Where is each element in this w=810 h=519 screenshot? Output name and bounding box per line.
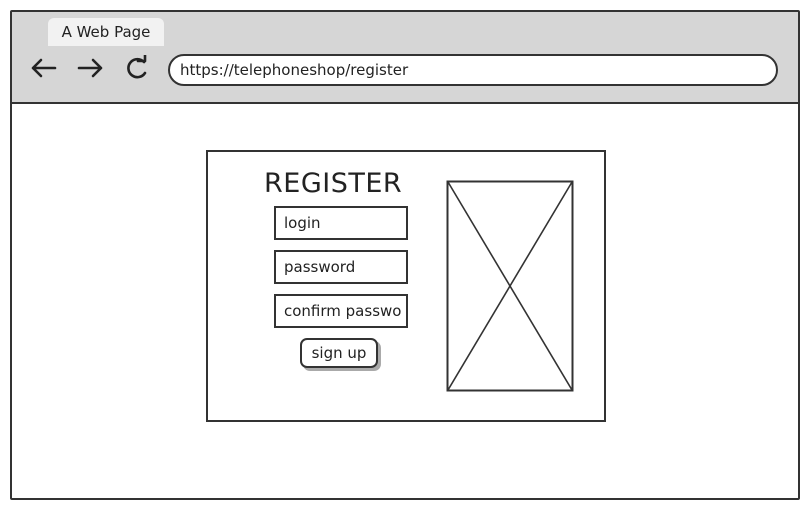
register-title: REGISTER (264, 168, 403, 199)
forward-button[interactable] (76, 56, 106, 86)
sign-up-button[interactable]: sign up (300, 338, 378, 368)
browser-window: A Web Page https://telephoneshop/registe… (10, 10, 800, 500)
password-input[interactable]: password (274, 250, 408, 284)
url-text: https://telephoneshop/register (180, 61, 409, 79)
browser-tab[interactable]: A Web Page (48, 18, 164, 46)
arrow-right-icon (77, 56, 105, 87)
arrow-left-icon (29, 56, 57, 87)
tab-title: A Web Page (61, 23, 151, 41)
reload-icon (124, 53, 150, 88)
confirm-password-input[interactable]: confirm passwo (274, 294, 408, 328)
back-button[interactable] (28, 56, 58, 86)
login-input[interactable]: login (274, 206, 408, 240)
image-placeholder (446, 180, 574, 392)
register-card: REGISTER login password confirm passwo s… (206, 150, 606, 422)
address-bar[interactable]: https://telephoneshop/register (168, 54, 778, 86)
browser-chrome: A Web Page https://telephoneshop/registe… (12, 12, 798, 104)
reload-button[interactable] (122, 53, 152, 88)
